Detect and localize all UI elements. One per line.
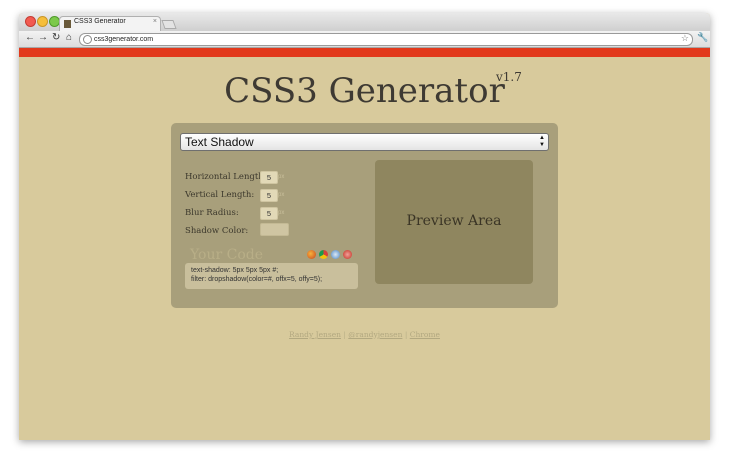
page-title: CSS3 Generator [224,71,505,111]
browser-tab[interactable]: CSS3 Generator × [59,16,161,32]
code-line-filter: filter: dropshadow(color=#, offx=5, offy… [191,276,323,283]
vertical-length-input[interactable]: 5 [260,189,278,202]
footer-link-author[interactable]: Randy Jensen [289,330,341,339]
wrench-icon[interactable]: 🔧 [697,32,708,43]
new-tab-button[interactable] [161,20,177,29]
footer-link-chrome[interactable]: Chrome [410,330,440,339]
horizontal-length-input[interactable]: 5 [260,171,278,184]
code-line-text-shadow: text-shadow: 5px 5px 5px #; [191,267,279,274]
title-bar: CSS3 Generator × [19,13,710,32]
home-button[interactable]: ⌂ [66,32,72,44]
chrome-icon [319,250,328,259]
url-text: css3generator.com [94,36,154,43]
favicon-icon [64,20,71,28]
code-output[interactable]: text-shadow: 5px 5px 5px #; filter: drop… [185,263,358,289]
firefox-icon [307,250,316,259]
safari-icon [331,250,340,259]
preview-area: Preview Area [375,160,533,284]
footer-separator: | [343,330,346,339]
browser-window: CSS3 Generator × ← → ↻ ⌂ css3generator.c… [19,13,710,440]
close-window-button[interactable] [25,16,36,27]
vertical-length-label: Vertical Length: [185,190,255,200]
minimize-window-button[interactable] [37,16,48,27]
effect-select-value: Text Shadow [185,135,254,149]
bookmark-star-icon[interactable]: ☆ [681,33,689,44]
your-code-heading: Your Code [190,247,264,263]
effect-select[interactable]: Text Shadow ▲ ▼ [180,133,549,151]
generator-panel: Text Shadow ▲ ▼ Horizontal Length: 5 px V… [171,123,558,308]
footer-separator: | [404,330,408,339]
preview-label: Preview Area [406,213,502,229]
tab-title: CSS3 Generator [74,18,126,25]
shadow-color-label: Shadow Color: [185,226,249,236]
accent-bar [19,48,710,57]
horizontal-length-unit: px [278,174,285,180]
opera-icon [343,250,352,259]
blur-radius-unit: px [278,210,285,216]
blur-radius-label: Blur Radius: [185,208,239,218]
version-label: v1.7 [496,70,522,84]
footer-link-twitter[interactable]: @randyjensen [348,330,402,339]
select-arrows-icon: ▲ ▼ [539,135,545,148]
globe-icon [83,35,92,44]
reload-button[interactable]: ↻ [52,32,60,44]
horizontal-length-label: Horizontal Length: [185,172,267,182]
tab-close-icon[interactable]: × [153,18,157,25]
forward-button[interactable]: → [38,32,48,44]
blur-radius-input[interactable]: 5 [260,207,278,220]
footer: Randy Jensen | @randyjensen | Chrome [19,330,710,339]
back-button[interactable]: ← [25,32,35,44]
shadow-color-input[interactable] [260,223,289,236]
browser-toolbar: ← → ↻ ⌂ css3generator.com ☆ 🔧 [19,31,710,48]
vertical-length-unit: px [278,192,285,198]
address-bar[interactable]: css3generator.com ☆ [79,33,693,46]
